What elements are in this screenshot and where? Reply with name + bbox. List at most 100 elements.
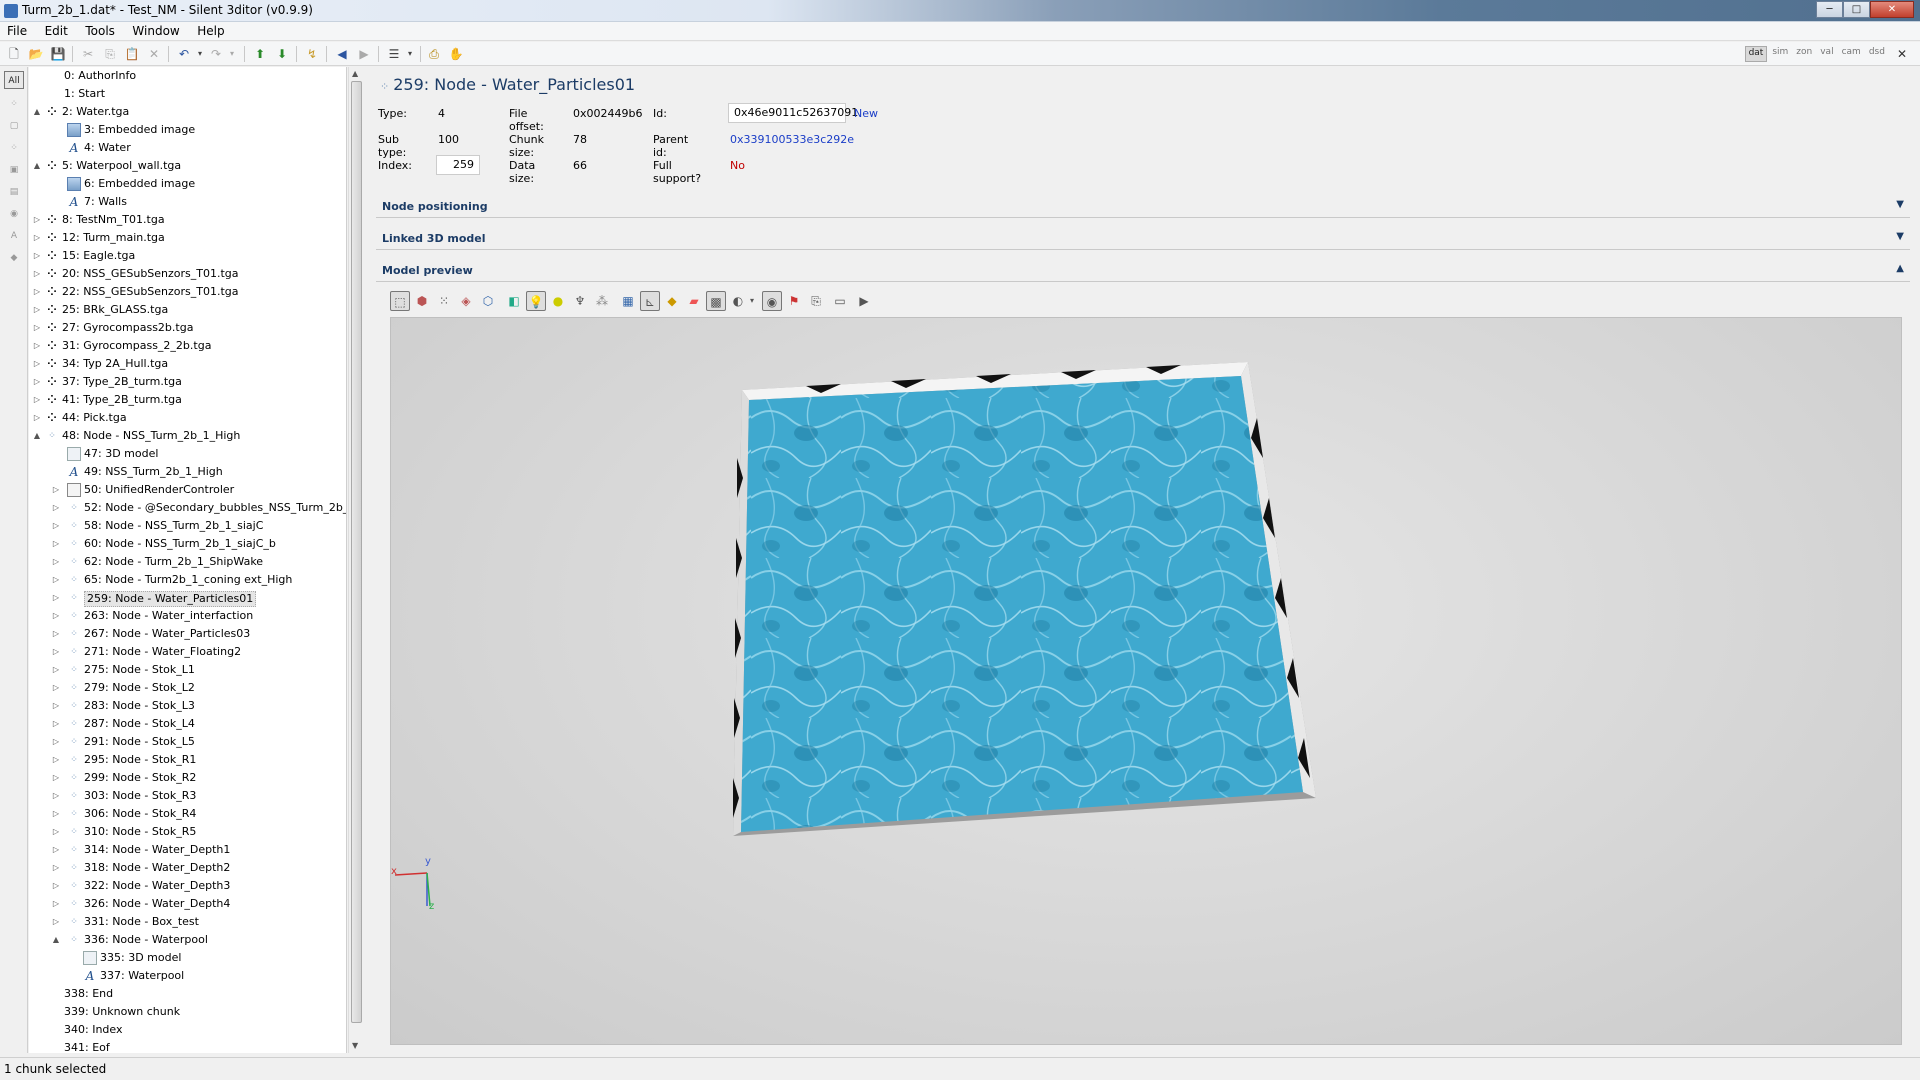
expand-arrow-icon[interactable]: ▷ [51,715,61,733]
id-field[interactable]: 0x46e9011c52637091 [728,103,858,123]
tree-item[interactable]: ▷ ⁘ 263: Node - Water_interfaction [29,607,346,625]
expand-arrow-icon[interactable]: ▷ [51,841,61,859]
expand-arrow-icon[interactable]: ▷ [51,913,61,931]
model-viewport[interactable]: y x z [390,317,1902,1045]
tree-item[interactable]: A 337: Waterpool [29,967,346,985]
filter-sound-icon[interactable]: ◉ [4,205,24,223]
menu-file[interactable]: File [0,22,34,38]
tree-item[interactable]: ▷ ⁘ 62: Node - Turm_2b_1_ShipWake [29,553,346,571]
expand-arrow-icon[interactable]: ▷ [51,607,61,625]
tree-item[interactable]: 6: Embedded image [29,175,346,193]
light-icon[interactable]: 💡 [526,291,546,311]
filter-text-icon[interactable]: A [4,227,24,245]
multi-light-icon[interactable]: ⁂ [592,291,612,311]
tree-item[interactable]: 341: Eof [29,1039,346,1053]
tree-item[interactable]: ▲ 2: Water.tga [29,103,346,121]
tree-item[interactable]: ▷ 31: Gyrocompass_2_2b.tga [29,337,346,355]
tree-item[interactable]: 335: 3D model [29,949,346,967]
tree-item[interactable]: ▷ 8: TestNm_T01.tga [29,211,346,229]
tab-dat[interactable]: dat [1744,46,1768,62]
tree-item[interactable]: A 4: Water [29,139,346,157]
expand-arrow-icon[interactable]: ▷ [51,805,61,823]
tree-item[interactable]: ▷ 27: Gyrocompass2b.tga [29,319,346,337]
tree-item[interactable]: ▷ ⁘ 314: Node - Water_Depth1 [29,841,346,859]
tab-dsd[interactable]: dsd [1866,46,1888,62]
expand-arrow-icon[interactable]: ▷ [51,733,61,751]
tree-item[interactable]: ▷ 34: Typ 2A_Hull.tga [29,355,346,373]
expand-arrow-icon[interactable]: ▷ [32,391,42,409]
expand-arrow-icon[interactable]: ▷ [32,301,42,319]
expand-arrow-icon[interactable]: ▷ [51,751,61,769]
tree-item[interactable]: 338: End [29,985,346,1003]
tree-item[interactable]: 0: AuthorInfo [29,67,346,85]
capture-icon[interactable]: ⎘ [806,291,826,311]
bounding-box-icon[interactable]: ⬡ [478,291,498,311]
tree-item[interactable]: ▷ ⁘ 267: Node - Water_Particles03 [29,625,346,643]
tab-zon[interactable]: zon [1793,46,1815,62]
save-icon[interactable]: 💾 [50,46,66,62]
tab-val[interactable]: val [1817,46,1836,62]
solid-box-icon[interactable]: ⬢ [412,291,432,311]
new-id-link[interactable]: New [854,107,878,120]
tree-item[interactable]: 339: Unknown chunk [29,1003,346,1021]
tree-item[interactable]: ▷ ⁘ 331: Node - Box_test [29,913,346,931]
expand-arrow-icon[interactable]: ▷ [51,859,61,877]
tree-item[interactable]: ▷ 41: Type_2B_turm.tga [29,391,346,409]
tree-item[interactable]: ▷ 15: Eagle.tga [29,247,346,265]
tree-item[interactable]: ▷ ⁘ 299: Node - Stok_R2 [29,769,346,787]
tree-item[interactable]: ▷ 37: Type_2B_turm.tga [29,373,346,391]
tree-item[interactable]: ▷ ⁘ 310: Node - Stok_R5 [29,823,346,841]
scroll-up-icon[interactable]: ▲ [352,69,358,78]
expand-arrow-icon[interactable]: ▷ [51,643,61,661]
menu-tools[interactable]: Tools [78,22,122,38]
collapse-arrow-icon[interactable]: ▲ [32,103,42,121]
scroll-thumb[interactable] [351,81,362,1023]
specular-icon[interactable]: ♆ [570,291,590,311]
list-view-icon[interactable]: ☰ [386,46,402,62]
open-folder-icon[interactable]: 📂 [28,46,44,62]
tree-item[interactable]: ▷ ⁘ 259: Node - Water_Particles01 [29,589,346,607]
axes-icon[interactable]: ⊾ [640,291,660,311]
play-icon[interactable]: ▶ [854,291,874,311]
export-icon[interactable]: ⎙ [426,46,442,62]
tree-item[interactable]: ▷ ⁘ 275: Node - Stok_L1 [29,661,346,679]
expand-arrow-icon[interactable]: ▷ [32,211,42,229]
points-icon[interactable]: ⁙ [434,291,454,311]
list-view-dropdown-icon[interactable]: ▾ [402,46,418,62]
plugin-icon[interactable]: ✋ [448,46,464,62]
tree-item[interactable]: ▷ ⁘ 58: Node - NSS_Turm_2b_1_siajC [29,517,346,535]
tree-item[interactable]: ▷ ⁘ 60: Node - NSS_Turm_2b_1_siajC_b [29,535,346,553]
tree-item[interactable]: ▷ ⁘ 291: Node - Stok_L5 [29,733,346,751]
expand-arrow-icon[interactable]: ▷ [51,571,61,589]
light-bulb-icon[interactable]: ● [548,291,568,311]
chevron-down-icon[interactable]: ▼ [1896,231,1904,242]
plane-icon[interactable]: ▰ [684,291,704,311]
delete-icon[interactable]: ✕ [146,46,162,62]
back-icon[interactable]: ◀ [334,46,350,62]
tree-item[interactable]: ▷ 12: Turm_main.tga [29,229,346,247]
tree-item[interactable]: ▷ ⁘ 283: Node - Stok_L3 [29,697,346,715]
tree-item[interactable]: ▷ 22: NSS_GESubSenzors_T01.tga [29,283,346,301]
filter-all[interactable]: All [4,71,24,89]
chunk-tree[interactable]: 0: AuthorInfo 1: Start ▲ 2: Water.tga 3: Emb… [29,67,347,1053]
tree-item[interactable]: ▲ ⁘ 336: Node - Waterpool [29,931,346,949]
minimize-button[interactable]: ─ [1816,1,1843,18]
filter-document-icon[interactable]: ▤ [4,183,24,201]
cube-icon[interactable]: ◆ [662,291,682,311]
tree-item[interactable]: A 49: NSS_Turm_2b_1_High [29,463,346,481]
tree-item[interactable]: 1: Start [29,85,346,103]
tree-item[interactable]: A 7: Walls [29,193,346,211]
expand-arrow-icon[interactable]: ▷ [51,661,61,679]
redo-icon[interactable]: ↷ [208,46,224,62]
tree-item[interactable]: ▷ 50: UnifiedRenderControler [29,481,346,499]
expand-arrow-icon[interactable]: ▷ [51,823,61,841]
tree-item[interactable]: ▲ ⁘ 48: Node - NSS_Turm_2b_1_High [29,427,346,445]
filter-image-icon[interactable]: ▣ [4,161,24,179]
expand-arrow-icon[interactable]: ▷ [32,337,42,355]
index-field[interactable]: 259 [436,155,480,175]
expand-arrow-icon[interactable]: ▷ [32,319,42,337]
tree-item[interactable]: ▲ 5: Waterpool_wall.tga [29,157,346,175]
material-dropdown-icon[interactable]: ▾ [742,291,762,311]
new-file-icon[interactable]: 🗋 [6,46,22,62]
close-tabs-icon[interactable]: ✕ [1894,46,1910,62]
